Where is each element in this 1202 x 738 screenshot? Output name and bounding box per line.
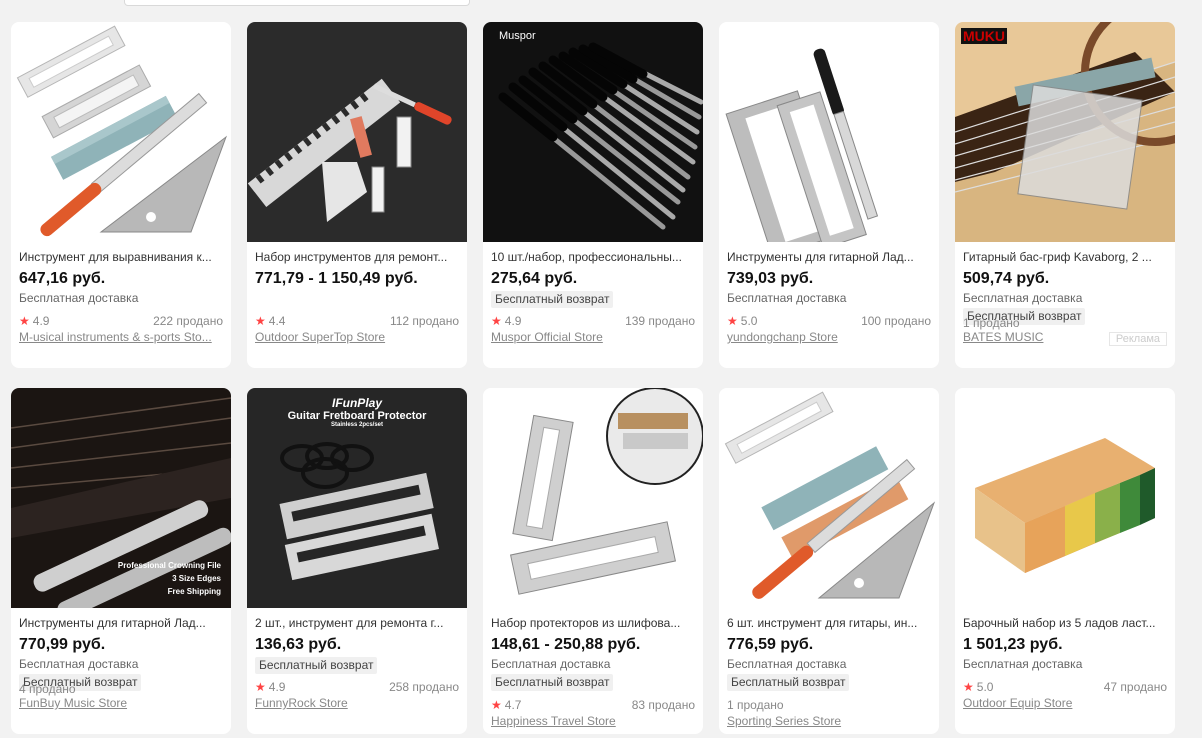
- sold-count: 1 продано: [727, 698, 784, 712]
- product-image[interactable]: MUKU: [955, 22, 1175, 242]
- product-image[interactable]: [247, 22, 467, 242]
- rating-value: 5.0: [740, 314, 758, 328]
- shipping-info: Бесплатная доставка: [727, 291, 847, 305]
- shipping-info: Бесплатная доставка: [19, 291, 139, 305]
- shipping-info: Бесплатная доставка: [963, 657, 1083, 671]
- product-title[interactable]: Инструменты для гитарной Лад...: [727, 250, 931, 265]
- star-icon: ★: [727, 314, 738, 328]
- store-link[interactable]: M-usical instruments & s-ports Sto...: [19, 330, 223, 345]
- product-image[interactable]: [483, 388, 703, 608]
- brand-logo: Muspor: [499, 30, 536, 42]
- product-title[interactable]: Инструменты для гитарной Лад...: [19, 616, 223, 631]
- free-return-badge: Бесплатный возврат: [491, 291, 614, 308]
- product-image[interactable]: Professional Crowning File 3 Size Edges …: [11, 388, 231, 608]
- star-icon: ★: [255, 314, 266, 328]
- store-link[interactable]: Muspor Official Store: [491, 330, 695, 345]
- product-price: 776,59 руб.: [727, 636, 814, 653]
- sold-count: 83 продано: [631, 698, 695, 712]
- product-image[interactable]: [719, 22, 939, 242]
- product-image[interactable]: [11, 22, 231, 242]
- product-card[interactable]: Барочный набор из 5 ладов ласт... 1 501,…: [955, 388, 1175, 734]
- product-title[interactable]: 10 шт./набор, профессиональны...: [491, 250, 695, 265]
- rating-value: 4.9: [504, 314, 522, 328]
- free-return-badge: Бесплатный возврат: [255, 657, 378, 674]
- store-link[interactable]: Happiness Travel Store: [491, 714, 695, 729]
- product-card[interactable]: Инструмент для выравнивания к... 647,16 …: [11, 22, 231, 368]
- product-card[interactable]: Набор протекторов из шлифова... 148,61 -…: [483, 388, 703, 734]
- sold-count: 222 продано: [153, 314, 223, 328]
- product-title[interactable]: Гитарный бас-гриф Kavaborg, 2 ...: [963, 250, 1167, 265]
- product-card[interactable]: Инструменты для гитарной Лад... 739,03 р…: [719, 22, 939, 368]
- product-title[interactable]: 2 шт., инструмент для ремонта г...: [255, 616, 459, 631]
- rating-value: 4.7: [504, 698, 522, 712]
- product-title[interactable]: Набор протекторов из шлифова...: [491, 616, 695, 631]
- rating-value: 4.9: [32, 314, 50, 328]
- store-link[interactable]: Sporting Series Store: [727, 714, 931, 729]
- store-link[interactable]: yundongchanp Store: [727, 330, 931, 345]
- shipping-info: Бесплатная доставка: [19, 657, 139, 671]
- search-bar-edge[interactable]: [124, 0, 470, 6]
- product-price: 136,63 руб.: [255, 636, 342, 653]
- product-price: 1 501,23 руб.: [963, 636, 1063, 653]
- product-card[interactable]: IFunPlay Guitar Fretboard Protector Stai…: [247, 388, 467, 734]
- product-card[interactable]: MUKU Гитарный бас-гриф Kavaborg, 2 ... 5…: [955, 22, 1175, 368]
- star-icon: ★: [19, 314, 30, 328]
- product-price: 770,99 руб.: [19, 636, 106, 653]
- star-icon: ★: [491, 314, 502, 328]
- product-image[interactable]: IFunPlay Guitar Fretboard Protector Stai…: [247, 388, 467, 608]
- product-card[interactable]: 6 шт. инструмент для гитары, ин... 776,5…: [719, 388, 939, 734]
- image-caption: IFunPlay Guitar Fretboard Protector Stai…: [287, 396, 427, 428]
- product-image[interactable]: [955, 388, 1175, 608]
- product-price: 148,61 - 250,88 руб.: [491, 636, 641, 653]
- sold-count: 4 продано: [19, 682, 76, 696]
- product-price: 509,74 руб.: [963, 270, 1050, 287]
- product-title[interactable]: 6 шт. инструмент для гитары, ин...: [727, 616, 931, 631]
- sold-count: 112 продано: [389, 314, 459, 328]
- ad-label: Реклама: [1108, 332, 1167, 346]
- image-caption: Professional Crowning File 3 Size Edges …: [117, 561, 221, 596]
- shipping-info: Бесплатная доставка: [727, 657, 847, 671]
- sold-count: 258 продано: [389, 680, 459, 694]
- product-price: 739,03 руб.: [727, 270, 814, 287]
- product-card[interactable]: Muspor 10 шт./набор, профессиональны... …: [483, 22, 703, 368]
- star-icon: ★: [255, 680, 266, 694]
- shipping-info: Бесплатная доставка: [491, 657, 611, 671]
- brand-logo: MUKU: [961, 28, 1007, 44]
- star-icon: ★: [491, 698, 502, 712]
- store-link[interactable]: Outdoor Equip Store: [963, 696, 1167, 711]
- sold-count: 139 продано: [625, 314, 695, 328]
- store-link[interactable]: FunnyRock Store: [255, 696, 459, 711]
- rating-value: 4.9: [268, 680, 286, 694]
- product-card[interactable]: Набор инструментов для ремонт... 771,79 …: [247, 22, 467, 368]
- product-title[interactable]: Инструмент для выравнивания к...: [19, 250, 223, 265]
- shipping-info: Бесплатная доставка: [963, 291, 1083, 305]
- store-link[interactable]: Outdoor SuperTop Store: [255, 330, 459, 345]
- product-image[interactable]: Muspor: [483, 22, 703, 242]
- product-title[interactable]: Набор инструментов для ремонт...: [255, 250, 459, 265]
- rating-value: 4.4: [268, 314, 286, 328]
- sold-count: 1 продано: [963, 316, 1020, 330]
- product-image[interactable]: [719, 388, 939, 608]
- sold-count: 47 продано: [1103, 680, 1167, 694]
- sold-count: 100 продано: [861, 314, 931, 328]
- rating-value: 5.0: [976, 680, 994, 694]
- product-price: 647,16 руб.: [19, 270, 106, 287]
- product-price: 275,64 руб.: [491, 270, 578, 287]
- product-price: 771,79 - 1 150,49 руб.: [255, 270, 418, 287]
- free-return-badge: Бесплатный возврат: [727, 674, 850, 691]
- product-card[interactable]: Professional Crowning File 3 Size Edges …: [11, 388, 231, 734]
- product-title[interactable]: Барочный набор из 5 ладов ласт...: [963, 616, 1167, 631]
- product-grid: Инструмент для выравнивания к... 647,16 …: [11, 22, 1175, 734]
- star-icon: ★: [963, 680, 974, 694]
- free-return-badge: Бесплатный возврат: [491, 674, 614, 691]
- store-link[interactable]: FunBuy Music Store: [19, 696, 223, 711]
